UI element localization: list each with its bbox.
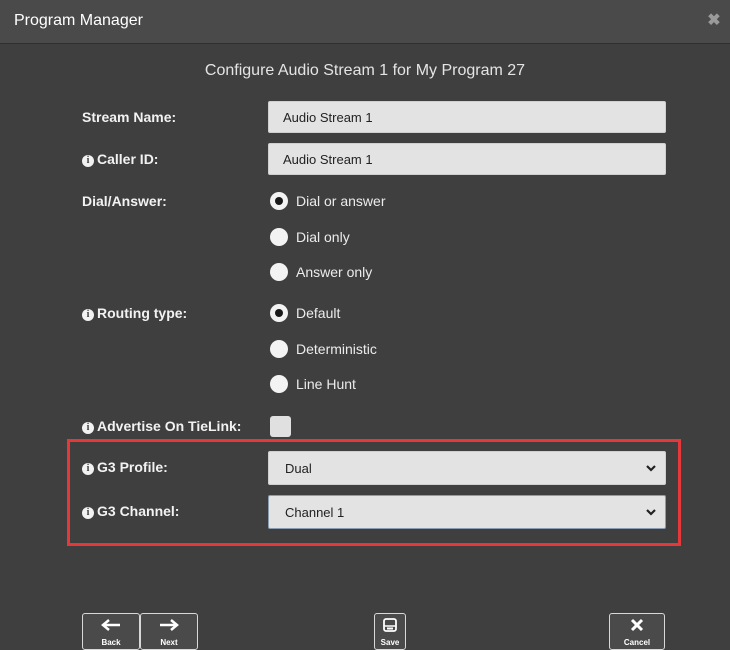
back-button[interactable]: Back bbox=[82, 613, 140, 650]
save-label: Save bbox=[380, 638, 400, 647]
radio-label: Line Hunt bbox=[296, 376, 356, 392]
radio-button[interactable] bbox=[270, 228, 288, 246]
dial-answer-option-answer-only[interactable]: Answer only bbox=[270, 262, 372, 282]
next-button[interactable]: Next bbox=[140, 613, 198, 650]
advertise-tielink-label: i Advertise On TieLink: bbox=[82, 418, 241, 434]
highlight-box bbox=[67, 439, 681, 546]
radio-button[interactable] bbox=[270, 375, 288, 393]
dial-answer-label: Dial/Answer: bbox=[82, 193, 167, 209]
cancel-label: Cancel bbox=[623, 638, 651, 647]
close-icon[interactable]: ✖ bbox=[706, 12, 722, 30]
save-button[interactable]: Save bbox=[374, 613, 406, 650]
radio-label: Answer only bbox=[296, 264, 373, 280]
save-icon bbox=[375, 617, 405, 635]
radio-label: Deterministic bbox=[296, 341, 377, 357]
radio-label: Dial or answer bbox=[296, 193, 386, 209]
window-titlebar: Program Manager ✖ bbox=[0, 0, 730, 44]
cancel-button[interactable]: Cancel bbox=[609, 613, 665, 650]
window-title: Program Manager bbox=[14, 12, 143, 29]
advertise-tielink-checkbox[interactable] bbox=[270, 416, 291, 437]
info-icon: i bbox=[82, 422, 94, 434]
info-icon: i bbox=[82, 155, 94, 167]
arrow-right-icon bbox=[141, 617, 197, 635]
close-icon bbox=[610, 617, 664, 635]
dial-answer-label-text: Dial/Answer: bbox=[82, 193, 167, 209]
radio-button[interactable] bbox=[270, 340, 288, 358]
caller-id-label: i Caller ID: bbox=[82, 151, 158, 167]
back-label: Back bbox=[101, 638, 121, 647]
info-icon: i bbox=[82, 309, 94, 321]
page-heading: Configure Audio Stream 1 for My Program … bbox=[204, 62, 526, 79]
routing-type-option-default[interactable]: Default bbox=[270, 303, 340, 323]
next-label: Next bbox=[160, 638, 178, 647]
stream-name-label: Stream Name: bbox=[82, 109, 176, 125]
radio-label: Default bbox=[296, 305, 341, 321]
arrow-left-icon bbox=[83, 617, 139, 635]
radio-button-selected[interactable] bbox=[270, 304, 288, 322]
radio-button-selected[interactable] bbox=[270, 192, 288, 210]
stream-name-input[interactable] bbox=[268, 101, 666, 133]
caller-id-input[interactable] bbox=[268, 143, 666, 175]
dial-answer-option-dial-only[interactable]: Dial only bbox=[270, 227, 350, 247]
stream-name-label-text: Stream Name: bbox=[82, 109, 177, 125]
caller-id-label-text: Caller ID: bbox=[97, 151, 159, 167]
routing-type-label: i Routing type: bbox=[82, 305, 187, 321]
advertise-tielink-label-text: Advertise On TieLink: bbox=[97, 418, 242, 434]
routing-type-label-text: Routing type: bbox=[97, 305, 188, 321]
dial-answer-option-dial-or-answer[interactable]: Dial or answer bbox=[270, 191, 385, 211]
routing-type-option-line-hunt[interactable]: Line Hunt bbox=[270, 374, 356, 394]
radio-label: Dial only bbox=[296, 229, 350, 245]
routing-type-option-deterministic[interactable]: Deterministic bbox=[270, 339, 377, 359]
radio-button[interactable] bbox=[270, 263, 288, 281]
